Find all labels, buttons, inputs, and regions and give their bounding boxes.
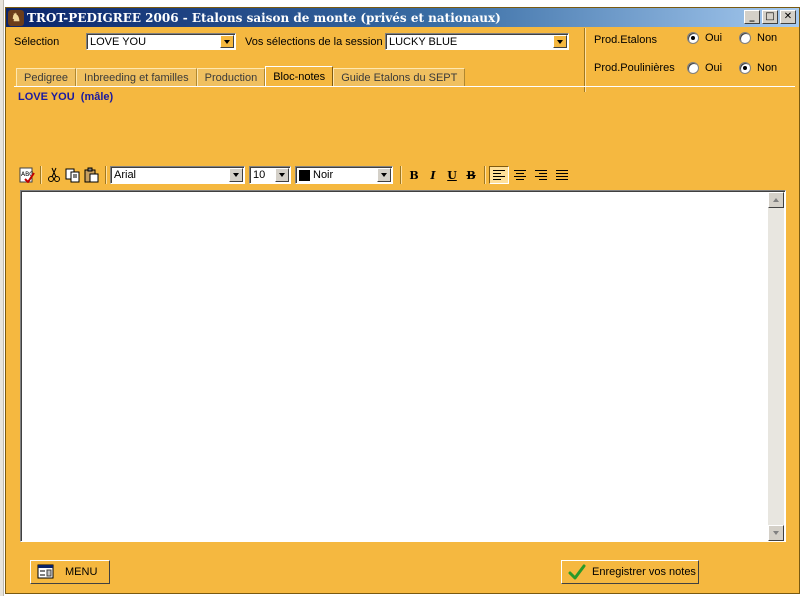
save-notes-button-label: Enregistrer vos notes (592, 566, 696, 578)
align-right-icon (535, 170, 547, 180)
align-center-button[interactable] (510, 166, 530, 184)
copy-icon (65, 168, 80, 183)
menu-button[interactable]: MENU (30, 560, 110, 584)
scroll-up-icon[interactable] (768, 192, 784, 208)
header-divider (584, 28, 586, 92)
font-family-select[interactable]: Arial (110, 166, 245, 184)
desktop-edge (0, 0, 4, 596)
checkmark-icon (568, 564, 586, 580)
minimize-button[interactable]: _ (744, 10, 760, 24)
radio-checked-icon[interactable] (687, 32, 699, 44)
menu-icon (37, 564, 55, 580)
main-window: ♞ TROT-PEDIGREE 2006 - Etalons saison de… (5, 7, 800, 594)
save-notes-button[interactable]: Enregistrer vos notes (561, 560, 699, 584)
prod-etalons-label: Prod.Etalons (594, 34, 657, 46)
font-color-select[interactable]: Noir (295, 166, 393, 184)
tab-pedigree[interactable]: Pedigree (16, 68, 77, 86)
align-right-button[interactable] (531, 166, 551, 184)
paste-icon (84, 167, 99, 183)
editor-scrollbar[interactable] (768, 192, 784, 541)
selection-dropdown[interactable]: LOVE YOU (86, 33, 236, 50)
radio-checked-icon[interactable] (739, 62, 751, 74)
menu-button-label: MENU (65, 566, 98, 578)
font-size-value: 10 (253, 169, 266, 181)
spellcheck-button[interactable]: ABC (18, 166, 36, 184)
align-justify-icon (556, 170, 568, 180)
tab-strip: Pedigree Inbreeding et familles Producti… (16, 66, 466, 87)
cut-button[interactable] (45, 166, 63, 184)
bold-button[interactable]: B (405, 166, 423, 184)
tab-guide-etalons[interactable]: Guide Etalons du SEPT (333, 68, 466, 86)
tab-inbreeding[interactable]: Inbreeding et familles (76, 68, 197, 86)
horse-sex: (mâle) (80, 91, 114, 103)
prod-etalons-non-radio[interactable]: Non (739, 32, 777, 44)
session-label: Vos sélections de la session (245, 36, 383, 48)
chevron-down-icon[interactable] (275, 168, 289, 182)
toolbar-separator (484, 166, 486, 184)
horse-name: LOVE YOU (18, 91, 75, 103)
notes-editor[interactable] (20, 190, 786, 542)
align-center-icon (514, 170, 526, 180)
toolbar-separator (40, 166, 42, 184)
chevron-down-icon[interactable] (229, 168, 243, 182)
tab-bloc-notes[interactable]: Bloc-notes (265, 66, 334, 87)
font-size-select[interactable]: 10 (249, 166, 291, 184)
font-color-value: Noir (313, 169, 334, 181)
scroll-down-icon[interactable] (768, 525, 784, 541)
horse-app-icon: ♞ (8, 9, 24, 26)
radio-label: Oui (705, 62, 723, 74)
session-dropdown[interactable]: LUCKY BLUE (385, 33, 569, 50)
font-family-value: Arial (114, 169, 137, 181)
underline-button[interactable]: U (443, 166, 461, 184)
radio-unchecked-icon[interactable] (739, 32, 751, 44)
selection-label: Sélection (14, 36, 60, 48)
align-left-button[interactable] (489, 166, 509, 184)
scissors-icon (48, 167, 60, 182)
radio-unchecked-icon[interactable] (687, 62, 699, 74)
align-left-icon (493, 170, 505, 180)
prod-poulinieres-oui-radio[interactable]: Oui (687, 62, 722, 74)
align-justify-button[interactable] (552, 166, 572, 184)
prod-poulinieres-non-radio[interactable]: Non (739, 62, 777, 74)
chevron-down-icon[interactable] (377, 168, 391, 182)
spellcheck-icon: ABC (19, 167, 35, 183)
color-swatch (299, 169, 310, 181)
chevron-down-icon[interactable] (220, 35, 234, 48)
editor-toolbar: ABC Arial 10 Noir B I U B (18, 164, 573, 186)
selection-value: LOVE YOU (90, 35, 147, 48)
toolbar-separator (105, 166, 107, 184)
prod-etalons-oui-radio[interactable]: Oui (687, 32, 722, 44)
session-value: LUCKY BLUE (389, 35, 458, 48)
copy-button[interactable] (64, 166, 82, 184)
paste-button[interactable] (83, 166, 101, 184)
close-button[interactable]: ✕ (780, 10, 796, 24)
horse-heading: LOVE YOU (mâle) (18, 91, 113, 103)
strikethrough-button[interactable]: B (462, 166, 480, 184)
radio-label: Non (757, 62, 778, 74)
maximize-button[interactable]: □ (762, 10, 778, 24)
radio-label: Non (757, 32, 778, 44)
italic-button[interactable]: I (424, 166, 442, 184)
title-bar[interactable]: ♞ TROT-PEDIGREE 2006 - Etalons saison de… (6, 8, 799, 27)
chevron-down-icon[interactable] (553, 35, 567, 48)
prod-poulinieres-label: Prod.Poulinières (594, 62, 675, 74)
window-title: TROT-PEDIGREE 2006 - Etalons saison de m… (27, 10, 501, 25)
radio-label: Oui (705, 32, 723, 44)
toolbar-separator (400, 166, 402, 184)
tab-production[interactable]: Production (196, 68, 266, 86)
